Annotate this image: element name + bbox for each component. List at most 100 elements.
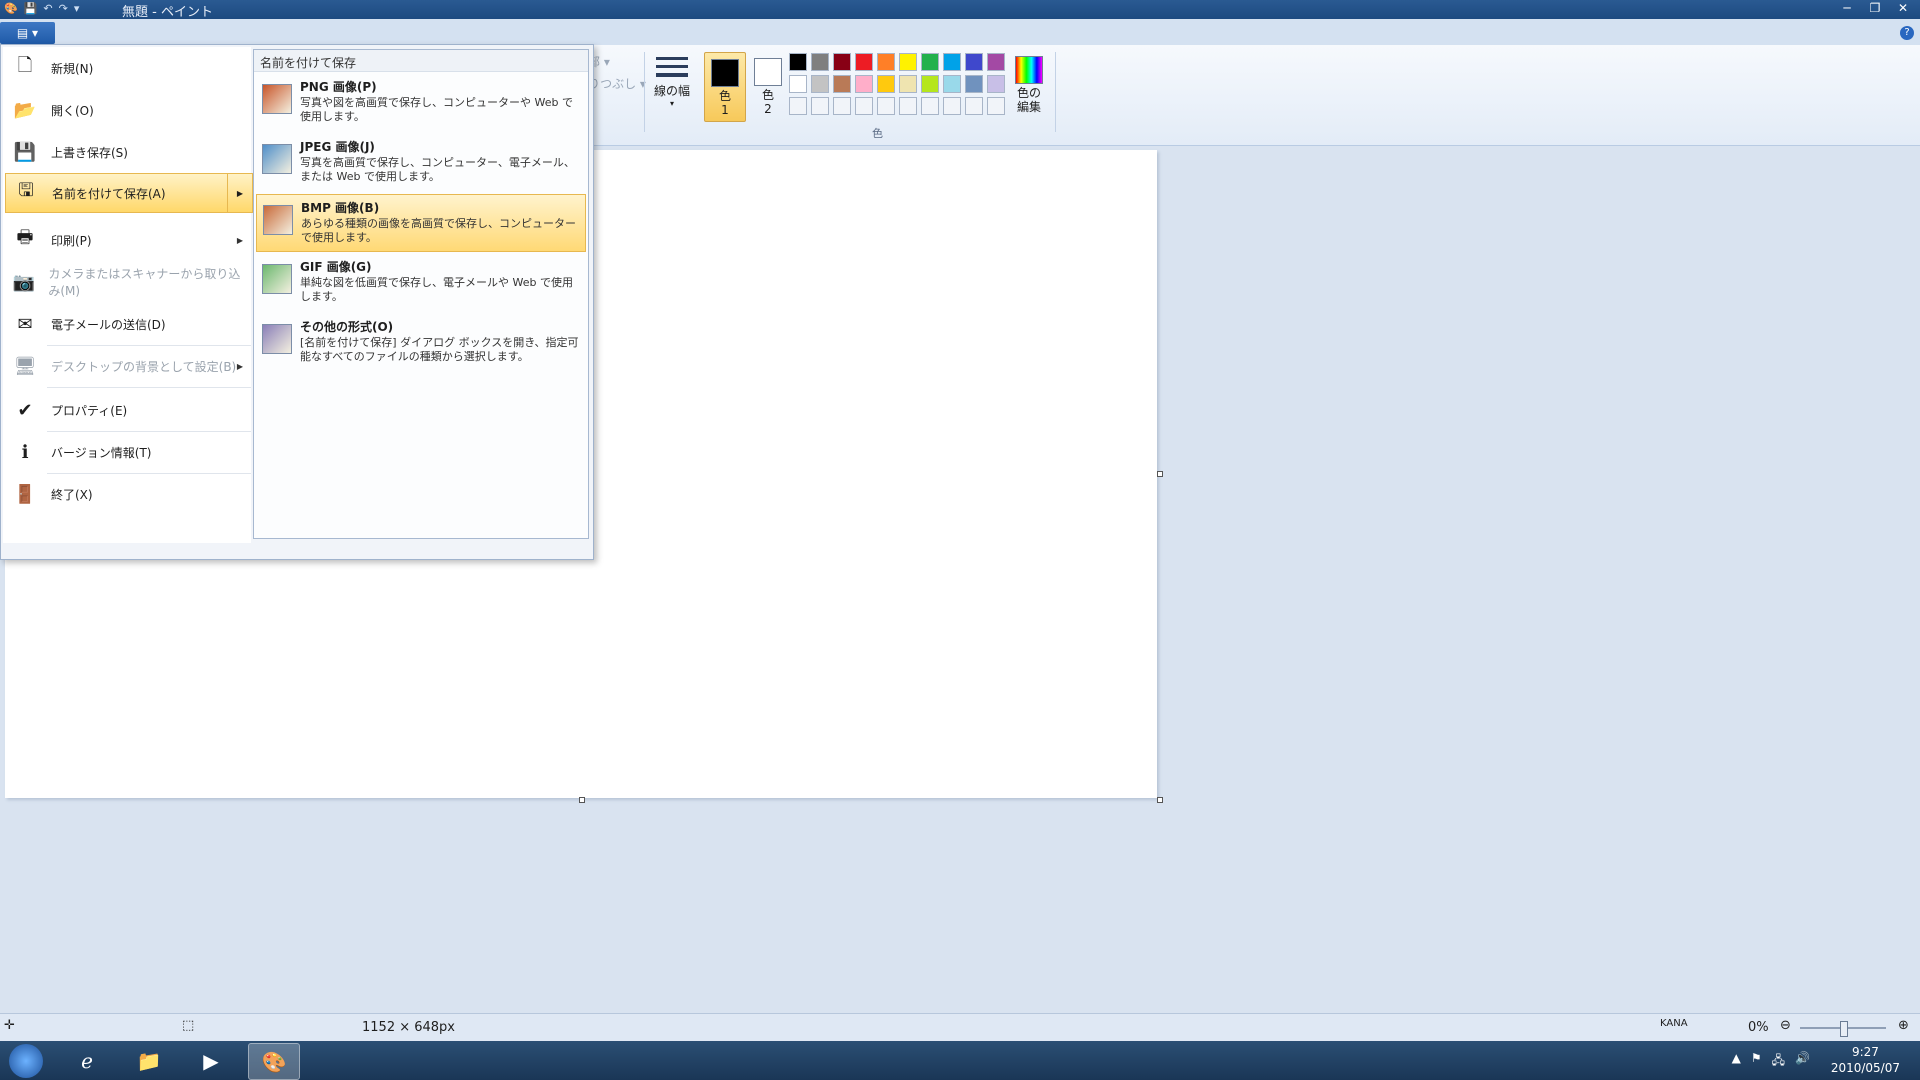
save-format-option[interactable]: BMP 画像(B) あらゆる種類の画像を高画質で保存し、コンピューターで使用します… — [256, 194, 586, 252]
save-format-option[interactable]: PNG 画像(P) 写真や図を高画質で保存し、コンピューターや Web で使用しま… — [256, 74, 586, 132]
restore-button[interactable]: ❐ — [1862, 0, 1888, 16]
palette-swatch[interactable] — [921, 53, 939, 71]
ribbon-separator — [644, 52, 645, 132]
palette-swatch[interactable] — [965, 97, 983, 115]
line-width-button[interactable]: 線の幅 ▾ — [652, 52, 692, 120]
format-description: 写真や図を高画質で保存し、コンピューターや Web で使用します。 — [300, 96, 573, 123]
menu-item[interactable]: 🚪 終了(X) — [5, 473, 251, 515]
menu-item-label: バージョン情報(T) — [51, 445, 152, 460]
undo-icon[interactable]: ↶ — [43, 2, 52, 15]
ime-indicator[interactable]: KANA — [1660, 1018, 1688, 1029]
palette-swatch[interactable] — [921, 97, 939, 115]
exit-icon: 🚪 — [13, 483, 37, 505]
menu-item-label: 終了(X) — [51, 487, 93, 502]
menu-item[interactable]: 🖫 名前を付けて保存(A) ▶ — [5, 173, 253, 213]
palette-swatch[interactable] — [833, 97, 851, 115]
palette-swatch[interactable] — [943, 97, 961, 115]
quick-access-toolbar: 🎨 💾 ↶ ↷ ▾ — [4, 2, 79, 15]
palette-swatch[interactable] — [789, 97, 807, 115]
system-tray: ▲ ⚑ 🖧 🔊 — [1732, 1051, 1810, 1072]
save-format-option[interactable]: GIF 画像(G) 単純な図を低画質で保存し、電子メールや Web で使用します。 — [256, 254, 586, 312]
palette-swatch[interactable] — [965, 75, 983, 93]
network-icon[interactable]: 🖧 — [1772, 1051, 1785, 1072]
palette-swatch[interactable] — [789, 75, 807, 93]
palette-swatch[interactable] — [987, 75, 1005, 93]
new-file-icon: 🗋 — [17, 55, 33, 76]
save-format-option[interactable]: JPEG 画像(J) 写真を高画質で保存し、コンピューター、電子メール、または W… — [256, 134, 586, 192]
format-title: BMP 画像(B) — [301, 201, 380, 215]
palette-swatch[interactable] — [987, 53, 1005, 71]
palette-swatch[interactable] — [899, 53, 917, 71]
flag-icon[interactable]: ⚑ — [1751, 1051, 1762, 1072]
paint-menu-button[interactable]: ▤ ▾ — [0, 22, 55, 44]
paint-taskbar-button[interactable]: 🎨 — [248, 1043, 300, 1080]
format-title: GIF 画像(G) — [300, 260, 372, 274]
zoom-out-button[interactable]: ⊖ — [1780, 1018, 1791, 1033]
menu-item[interactable]: 🖶 印刷(P) ▶ — [5, 219, 251, 261]
zoom-in-button[interactable]: ⊕ — [1898, 1018, 1909, 1033]
palette-swatch[interactable] — [833, 53, 851, 71]
zoom-slider-thumb[interactable] — [1840, 1021, 1848, 1037]
palette-swatch[interactable] — [855, 75, 873, 93]
palette-swatch[interactable] — [789, 53, 807, 71]
palette-swatch[interactable] — [921, 75, 939, 93]
palette-swatch[interactable] — [811, 75, 829, 93]
submenu-arrow-icon: ▶ — [236, 361, 243, 371]
jpeg-image-icon — [262, 144, 292, 174]
palette-swatch[interactable] — [943, 53, 961, 71]
palette-swatch[interactable] — [899, 75, 917, 93]
palette-swatch[interactable] — [877, 53, 895, 71]
show-hidden-icons[interactable]: ▲ — [1732, 1051, 1741, 1072]
start-button[interactable] — [0, 1043, 52, 1078]
menu-item[interactable]: 📂 開く(O) — [5, 89, 251, 131]
properties-check-icon: ✔ — [17, 399, 33, 421]
palette-swatch[interactable] — [899, 97, 917, 115]
palette-swatch[interactable] — [943, 75, 961, 93]
save-as-icon: 🖫 — [18, 180, 34, 201]
palette-swatch[interactable] — [811, 53, 829, 71]
internet-explorer-icon[interactable]: ℯ — [62, 1043, 112, 1078]
color-palette — [789, 53, 1005, 115]
color2-button[interactable]: 色 2 — [748, 52, 788, 120]
palette-swatch[interactable] — [877, 75, 895, 93]
menu-item[interactable]: ℹ バージョン情報(T) — [5, 431, 251, 473]
palette-swatch[interactable] — [811, 97, 829, 115]
menu-item[interactable]: ✉ 電子メールの送信(D) — [5, 303, 251, 345]
paint-app-icon[interactable]: 🎨 — [4, 2, 18, 15]
menu-item[interactable]: ✔ プロパティ(E) — [5, 389, 251, 431]
color1-button[interactable]: 色 1 — [704, 52, 746, 122]
clock[interactable]: 9:27 2010/05/07 — [1831, 1044, 1900, 1076]
title-bar: 🎨 💾 ↶ ↷ ▾ 無題 - ペイント ─ ❐ ✕ — [0, 0, 1920, 20]
edit-colors-button[interactable]: 色の 編集 — [1009, 52, 1049, 114]
redo-icon[interactable]: ↷ — [59, 2, 68, 15]
close-button[interactable]: ✕ — [1890, 0, 1916, 16]
qat-save-icon[interactable]: 💾 — [24, 2, 38, 15]
zoom-slider[interactable] — [1800, 1021, 1886, 1037]
submenu-arrow-icon[interactable]: ▶ — [227, 174, 252, 212]
palette-swatch[interactable] — [877, 97, 895, 115]
menu-item[interactable]: 🗋 新規(N) — [5, 47, 251, 89]
help-icon[interactable]: ? — [1900, 26, 1914, 40]
menu-item[interactable]: 💾 上書き保存(S) — [5, 131, 251, 173]
minimize-button[interactable]: ─ — [1834, 0, 1860, 16]
format-description: あらゆる種類の画像を高画質で保存し、コンピューターで使用します。 — [301, 217, 576, 244]
menu-item-label: 名前を付けて保存(A) — [52, 186, 166, 201]
palette-swatch[interactable] — [855, 53, 873, 71]
resize-handle-right[interactable] — [1157, 471, 1163, 477]
palette-swatch[interactable] — [965, 53, 983, 71]
palette-swatch[interactable] — [987, 97, 1005, 115]
resize-handle-corner[interactable] — [1157, 797, 1163, 803]
palette-swatch[interactable] — [833, 75, 851, 93]
info-icon: ℹ — [21, 441, 29, 463]
resize-handle-bottom[interactable] — [579, 797, 585, 803]
explorer-folder-icon[interactable]: 📁 — [124, 1043, 174, 1078]
palette-swatch[interactable] — [855, 97, 873, 115]
cursor-position-icon: ✛ — [4, 1018, 15, 1033]
media-player-icon[interactable]: ▶ — [186, 1043, 236, 1078]
volume-icon[interactable]: 🔊 — [1795, 1051, 1810, 1072]
save-format-option[interactable]: その他の形式(O) [名前を付けて保存] ダイアログ ボックスを開き、指定可能なす… — [256, 314, 586, 372]
email-icon: ✉ — [17, 313, 33, 335]
colors-group-label: 色 — [872, 127, 883, 140]
qat-customize-icon[interactable]: ▾ — [74, 2, 80, 15]
ribbon-fill-button[interactable]: りつぶし ▾ — [588, 75, 646, 92]
